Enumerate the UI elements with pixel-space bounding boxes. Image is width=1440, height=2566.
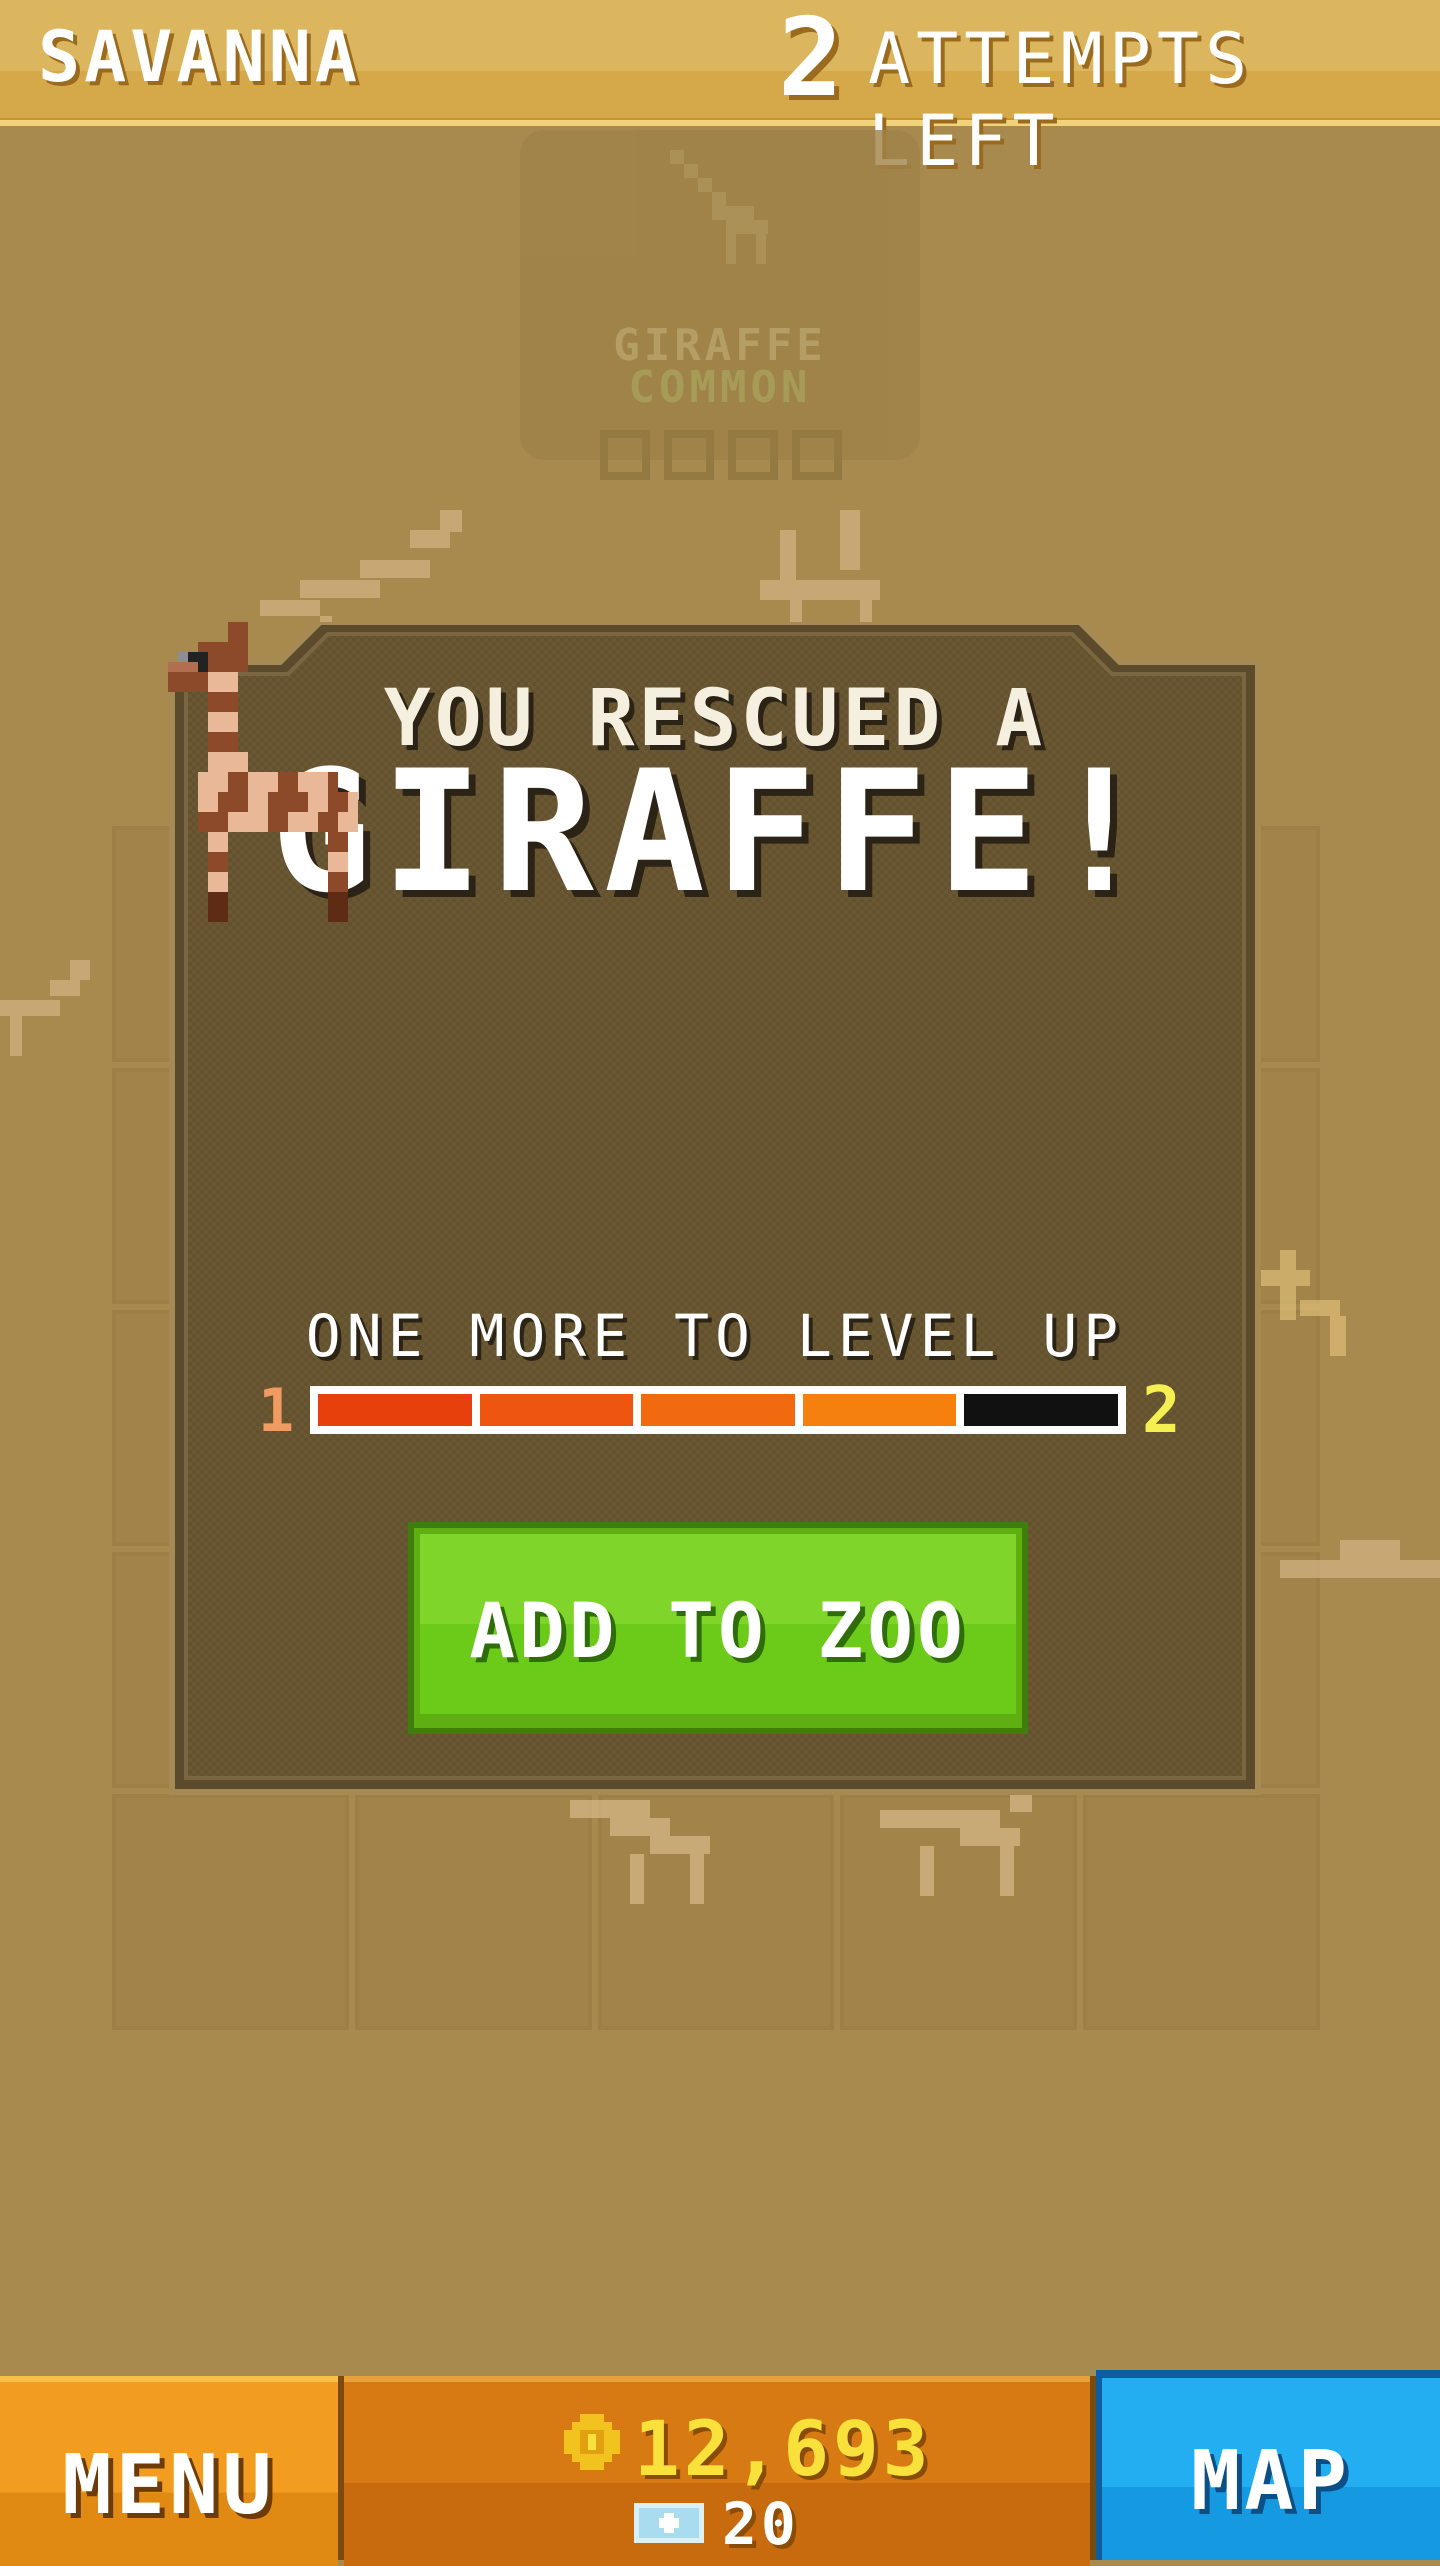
attempts-label: ATTEMPTS LEFT <box>868 18 1254 182</box>
current-level: 1 <box>258 1376 299 1446</box>
decorative-giraffe-icon <box>260 510 462 638</box>
giraffe-icon <box>168 622 358 922</box>
next-level: 2 <box>1142 1374 1185 1448</box>
menu-label: MENU <box>62 2438 276 2533</box>
grid-cell <box>112 1794 349 2030</box>
coin-icon <box>564 2414 620 2470</box>
progress-segment-filled <box>641 1394 795 1426</box>
decorative-giraffe-icon <box>880 1790 1032 1896</box>
coin-count: 12,693 <box>634 2404 933 2493</box>
top-bar: SAVANNA 2 ATTEMPTS LEFT <box>0 0 1440 182</box>
background-card-rarity: COMMON <box>628 362 812 413</box>
add-to-zoo-button[interactable]: ADD TO ZOO <box>408 1522 1028 1734</box>
slot <box>728 430 778 480</box>
progress-segment-filled <box>318 1394 472 1426</box>
slot <box>600 430 650 480</box>
background-animal-card: GIRAFFE COMMON <box>520 130 920 480</box>
decorative-giraffe-icon <box>570 1800 710 1904</box>
attempts-count: 2 <box>778 0 848 121</box>
progress-segment-filled <box>479 1394 634 1426</box>
decorative-giraffe-icon <box>760 510 880 628</box>
bottom-bar: MENU 12,693 20 MAP <box>0 2366 1440 2566</box>
map-button[interactable]: MAP <box>1096 2370 1440 2560</box>
slot <box>664 430 714 480</box>
grid-cell <box>1083 1794 1320 2030</box>
currency-panel: 12,693 20 <box>344 2376 1090 2566</box>
progress-segment-filled <box>802 1394 957 1426</box>
add-to-zoo-label: ADD TO ZOO <box>469 1586 967 1675</box>
level-up-text: ONE MORE TO LEVEL UP <box>305 1302 1125 1370</box>
level-progress-bar <box>310 1386 1126 1434</box>
ticket-icon <box>634 2503 704 2543</box>
map-label: MAP <box>1190 2434 1352 2529</box>
progress-segment-empty <box>964 1394 1118 1426</box>
slot <box>792 430 842 480</box>
grid-cell <box>354 1794 592 2030</box>
rescue-dialog: YOU RESCUED A GIRAFFE! ONE MORE TO LEVEL… <box>168 622 1262 1796</box>
menu-button[interactable]: MENU <box>0 2376 338 2566</box>
background-giraffe-icon <box>670 150 768 264</box>
region-title: SAVANNA <box>38 16 362 98</box>
ticket-count: 20 <box>722 2490 800 2558</box>
decorative-giraffe-icon <box>1250 1250 1346 1356</box>
background-card-slots <box>600 430 842 480</box>
